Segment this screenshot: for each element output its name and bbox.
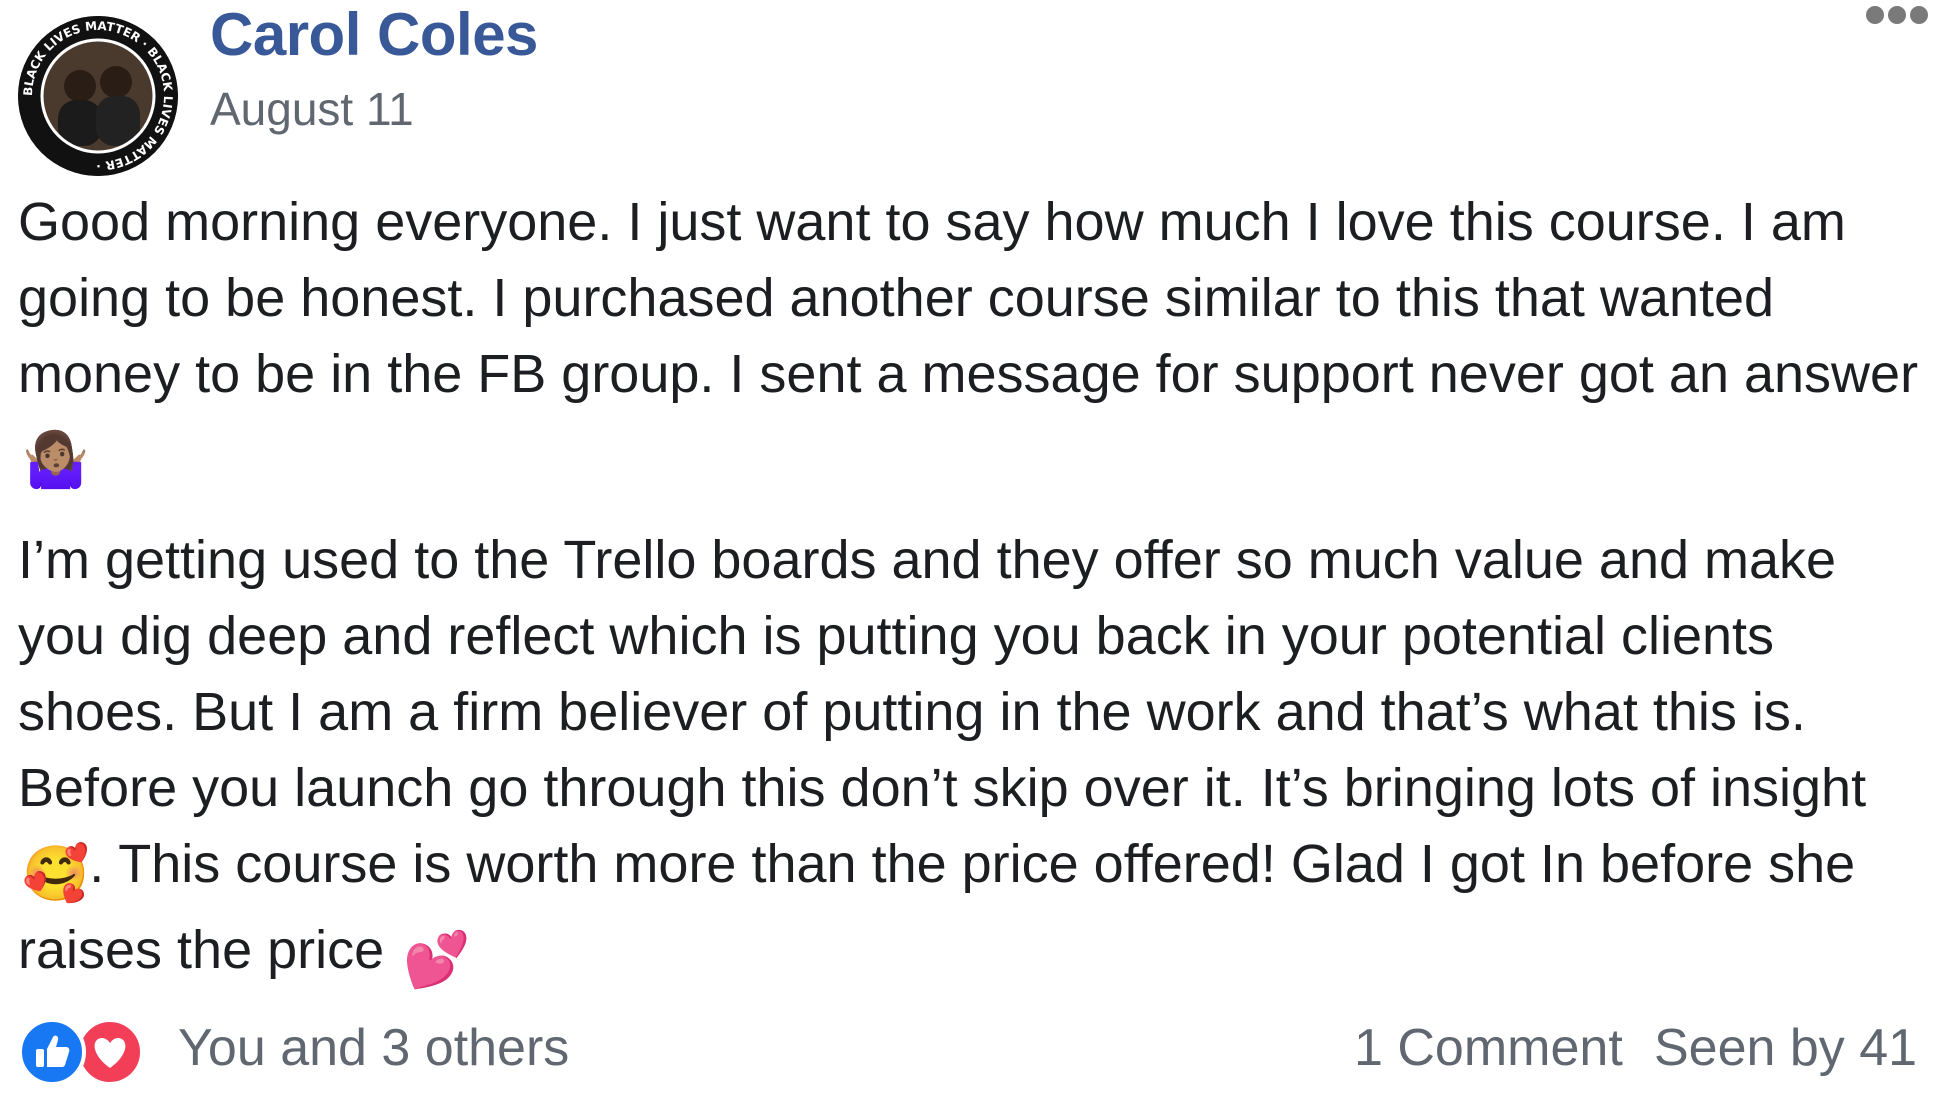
like-icon xyxy=(18,1018,86,1086)
shrug-emoji: 🤷🏽‍♀️ xyxy=(22,430,90,490)
post-body: Good morning everyone. I just want to sa… xyxy=(18,184,1928,1022)
post-card: BLACK LIVES MATTER · BLACK LIVES MATTER … xyxy=(0,0,1934,1117)
seen-by-count: Seen by 41 xyxy=(1654,1019,1918,1077)
post-date[interactable]: August 11 xyxy=(210,82,414,136)
reaction-icons[interactable] xyxy=(18,1010,166,1094)
reactors-link[interactable]: You and 3 others xyxy=(178,1018,569,1078)
paragraph-2-text-1: I’m getting used to the Trello boards an… xyxy=(18,530,1867,818)
paragraph-1-text: Good morning everyone. I just want to sa… xyxy=(18,192,1919,404)
love-icon xyxy=(76,1018,144,1086)
post-paragraph-2: I’m getting used to the Trello boards an… xyxy=(18,522,1928,998)
comments-link[interactable]: 1 Comment xyxy=(1354,1018,1623,1078)
author-name[interactable]: Carol Coles xyxy=(210,0,538,69)
post-paragraph-1: Good morning everyone. I just want to sa… xyxy=(18,184,1928,498)
post-footer: You and 3 others 1 Comment Seen by 41 xyxy=(18,1010,1918,1094)
more-options-icon[interactable] xyxy=(1866,6,1934,30)
avatar-image: BLACK LIVES MATTER · BLACK LIVES MATTER … xyxy=(18,16,178,176)
author-avatar[interactable]: BLACK LIVES MATTER · BLACK LIVES MATTER … xyxy=(18,16,178,176)
paragraph-2-text-2: . This course is worth more than the pri… xyxy=(18,834,1856,980)
two-hearts-emoji: 💕 xyxy=(403,930,471,990)
smiling-hearts-emoji: 🥰 xyxy=(22,844,90,904)
